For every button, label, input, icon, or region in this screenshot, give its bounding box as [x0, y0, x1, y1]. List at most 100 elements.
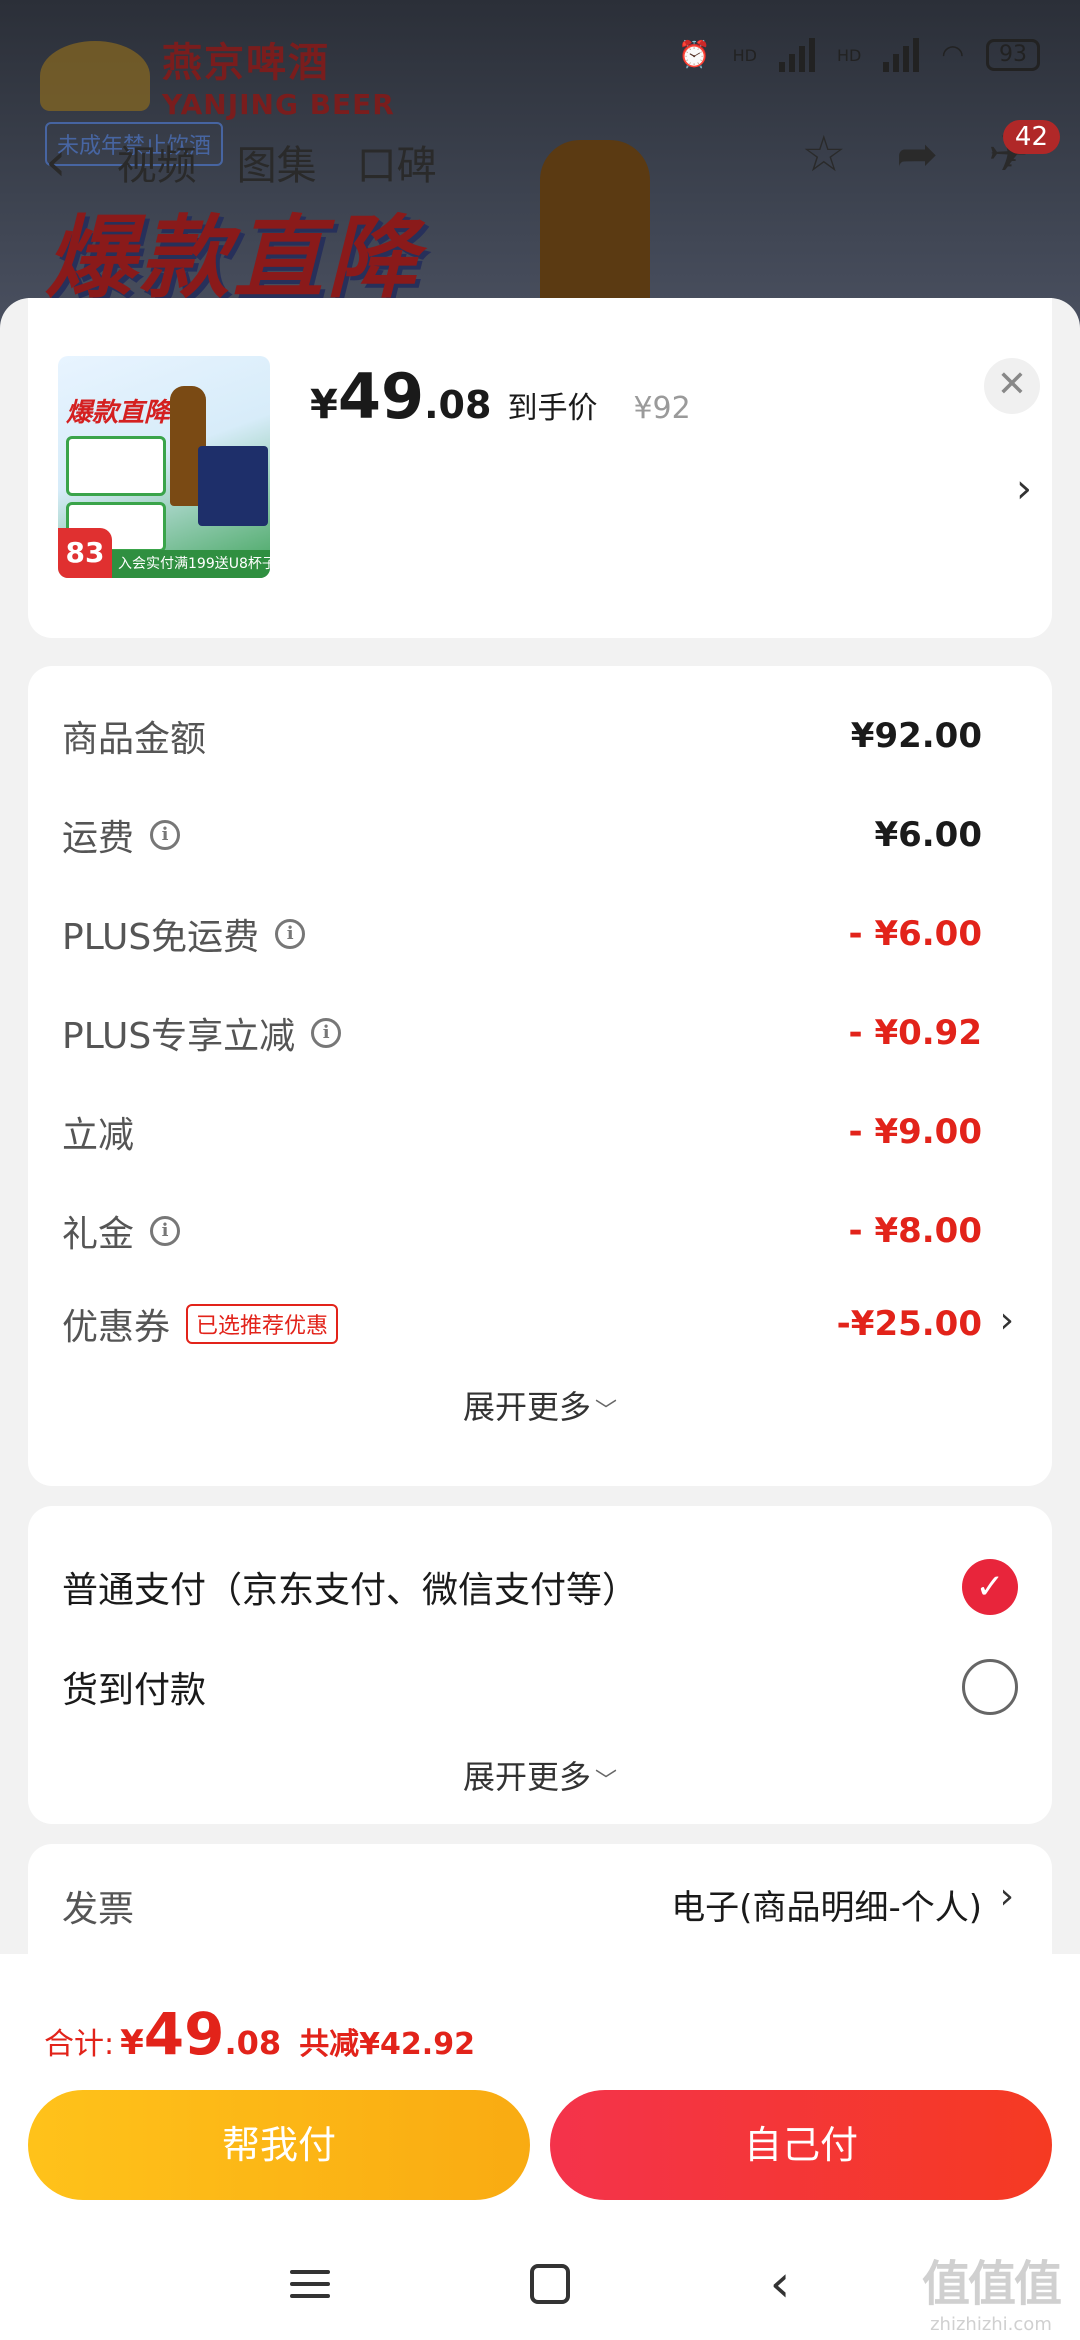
- brand-emblem-icon: [40, 40, 150, 111]
- payment-option-label: 货到付款: [62, 1670, 207, 1711]
- fee-value: - ¥8.00: [848, 1211, 983, 1251]
- invoice-value: 电子(商品明细-个人): [671, 1888, 982, 1928]
- checkout-sheet: 爆款直降 83 入会实付满199送U8杯子 ¥ 49 .08 到手价 ¥92 ✕…: [0, 298, 1080, 1954]
- total-currency: ¥: [120, 2023, 144, 2063]
- expand-more-payment[interactable]: 展开更多 ﹀: [28, 1752, 1052, 1798]
- product-thumbnail[interactable]: 爆款直降 83 入会实付满199送U8杯子: [58, 356, 270, 578]
- top-nav: ‹ 视频 图集 口碑: [45, 130, 437, 193]
- fee-breakdown-card: 商品金额 ¥92.00 运费 i ¥6.00 PLUS免运费 i - ¥6.00 P…: [28, 666, 1052, 1486]
- radio-unchecked-icon[interactable]: [962, 1659, 1018, 1715]
- fee-row-instant-discount: 立减 - ¥9.00: [62, 1102, 982, 1162]
- fee-value: - ¥0.92: [848, 1013, 983, 1053]
- thumb-promo-box: [66, 436, 166, 496]
- checkout-footer: 合计: ¥ 49 .08 共减¥42.92 帮我付 自己付 ‹ 值值值 zhiz…: [0, 1954, 1080, 2340]
- fee-label: 立减: [62, 1115, 135, 1156]
- share-icon[interactable]: ➦: [896, 125, 938, 183]
- info-icon[interactable]: i: [311, 1018, 342, 1048]
- price-integer: 49: [337, 360, 425, 433]
- chevron-down-icon: ﹀: [595, 1399, 618, 1424]
- total-savings: 共减¥42.92: [299, 2027, 475, 2062]
- fee-value: ¥6.00: [874, 815, 982, 855]
- fee-row-goods: 商品金额 ¥92.00: [62, 706, 982, 766]
- signal-icon: [778, 38, 815, 72]
- hd-label-1: HD: [732, 45, 757, 65]
- promo-banner-title: 爆款直降: [45, 206, 421, 311]
- chevron-right-icon[interactable]: ›: [1000, 1876, 1014, 1917]
- fee-label: PLUS专享立减: [62, 1016, 296, 1057]
- system-nav-bar: ‹: [0, 2234, 1080, 2334]
- home-icon[interactable]: [529, 2264, 570, 2304]
- final-price: ¥ 49 .08 到手价 ¥92: [310, 360, 691, 433]
- payment-option-cod[interactable]: 货到付款: [62, 1652, 1018, 1722]
- watermark: 值值值 zhizhizhi.com: [921, 2244, 1062, 2335]
- brand-logo: 燕京啤酒 YANJING BEER: [40, 30, 395, 121]
- fee-label: 商品金额: [62, 719, 207, 760]
- total-decimal: .08: [224, 2024, 282, 2062]
- payment-card: 普通支付（京东支付、微信支付等） ✓ 货到付款 展开更多 ﹀: [28, 1506, 1052, 1824]
- watermark-url: zhizhizhi.com: [930, 2314, 1052, 2335]
- fee-row-plus-free-shipping: PLUS免运费 i - ¥6.00: [62, 904, 982, 964]
- fee-value: - ¥9.00: [848, 1112, 983, 1152]
- radio-checked-icon[interactable]: ✓: [962, 1559, 1018, 1615]
- brand-name-en: YANJING BEER: [162, 88, 395, 121]
- invoice-label: 发票: [62, 1889, 135, 1930]
- invoice-card[interactable]: 发票 电子(商品明细-个人) ›: [28, 1844, 1052, 1954]
- hd-label-2: HD: [836, 45, 862, 65]
- fee-label: 运费: [62, 818, 135, 859]
- battery-indicator: 93: [986, 39, 1040, 71]
- original-price: ¥92: [633, 391, 691, 426]
- close-button[interactable]: ✕: [984, 358, 1040, 414]
- fee-value: -¥25.00: [836, 1304, 982, 1344]
- tab-gallery[interactable]: 图集: [237, 133, 317, 191]
- total-label: 合计:: [44, 2027, 115, 2062]
- info-icon[interactable]: i: [275, 919, 306, 949]
- back-arrow-icon[interactable]: ‹: [45, 130, 67, 193]
- expand-more-label: 展开更多: [462, 1388, 591, 1426]
- menu-icon[interactable]: [289, 2270, 330, 2298]
- message-count-badge: 42: [1002, 120, 1060, 154]
- background-page: 燕京啤酒 YANJING BEER ⏰ HD HD ◠ 93 未成年禁止饮酒 ‹…: [0, 0, 1080, 330]
- thumb-percent-badge: 83: [58, 528, 112, 578]
- chevron-right-icon[interactable]: ›: [1000, 1300, 1014, 1341]
- fee-value: ¥92.00: [850, 716, 982, 756]
- expand-more-fees[interactable]: 展开更多 ﹀: [28, 1382, 1052, 1428]
- brand-name-cn: 燕京啤酒: [162, 40, 330, 86]
- fee-row-plus-discount: PLUS专享立减 i - ¥0.92: [62, 1003, 982, 1063]
- thumb-title: 爆款直降: [66, 398, 171, 428]
- tab-video[interactable]: 视频: [117, 133, 197, 191]
- alarm-icon: ⏰: [678, 40, 711, 70]
- fee-row-gift-money: 礼金 i - ¥8.00: [62, 1201, 982, 1261]
- top-actions: ☆ ➦ ✈: [801, 125, 1030, 183]
- chevron-right-icon[interactable]: ›: [1016, 466, 1032, 512]
- payment-option-label: 普通支付（京东支付、微信支付等）: [62, 1570, 639, 1611]
- fee-row-coupon[interactable]: 优惠券 已选推荐优惠 -¥25.00: [62, 1294, 982, 1354]
- order-total: 合计: ¥ 49 .08 共减¥42.92: [44, 2000, 475, 2068]
- fee-label: 优惠券: [62, 1307, 171, 1348]
- signal-icon-2: [883, 38, 920, 72]
- price-currency: ¥: [310, 382, 338, 428]
- price-label: 到手价: [507, 391, 598, 426]
- thumb-strip-text: 入会实付满199送U8杯子: [112, 550, 270, 578]
- product-header: 爆款直降 83 入会实付满199送U8杯子 ¥ 49 .08 到手价 ¥92 ✕…: [0, 298, 1080, 598]
- payment-option-standard[interactable]: 普通支付（京东支付、微信支付等） ✓: [62, 1552, 1018, 1622]
- info-icon[interactable]: i: [150, 1216, 181, 1246]
- fee-label: PLUS免运费: [62, 917, 260, 958]
- total-integer: 49: [143, 2000, 225, 2068]
- info-icon[interactable]: i: [150, 820, 181, 850]
- fee-row-shipping: 运费 i ¥6.00: [62, 805, 982, 865]
- status-bar: ⏰ HD HD ◠ 93: [678, 38, 1040, 72]
- back-icon[interactable]: ‹: [770, 2258, 791, 2310]
- pay-myself-button[interactable]: 自己付: [550, 2090, 1052, 2200]
- tab-reviews[interactable]: 口碑: [357, 133, 437, 191]
- price-decimal: .08: [424, 383, 492, 427]
- expand-more-label: 展开更多: [462, 1758, 591, 1796]
- fee-value: - ¥6.00: [848, 914, 983, 954]
- thumb-giftbox-image: [198, 446, 268, 526]
- watermark-logo: 值值值: [921, 2256, 1062, 2312]
- help-me-pay-button[interactable]: 帮我付: [28, 2090, 530, 2200]
- star-icon[interactable]: ☆: [801, 125, 846, 183]
- recommended-coupon-tag: 已选推荐优惠: [186, 1304, 339, 1344]
- wifi-icon: ◠: [941, 40, 964, 70]
- fee-label: 礼金: [62, 1214, 135, 1255]
- chevron-down-icon: ﹀: [595, 1769, 618, 1794]
